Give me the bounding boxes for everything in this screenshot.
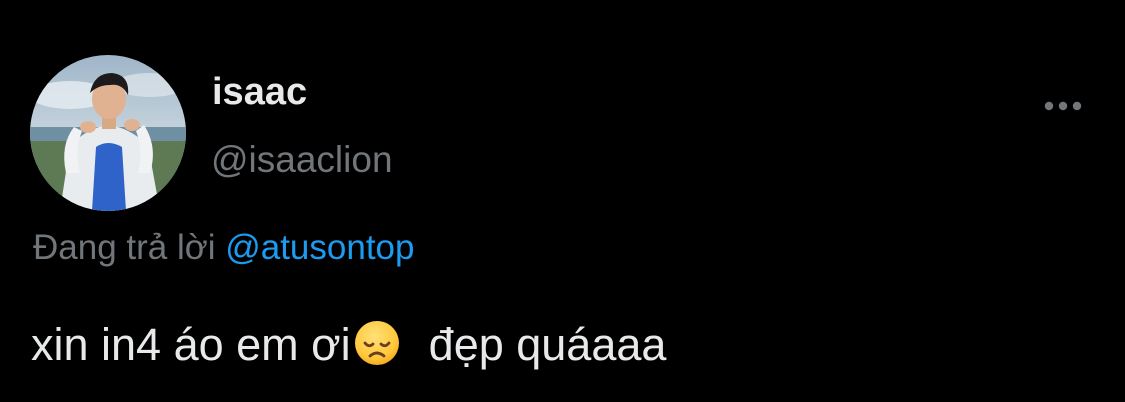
avatar[interactable]: [30, 55, 186, 211]
tweet-text-part-2: đẹp quáaaa: [428, 319, 667, 370]
tweet-text: xin in4 áo em ơi đẹp quáaaa: [31, 318, 666, 372]
replying-to: Đang trả lời @atusontop: [33, 226, 414, 270]
display-name[interactable]: isaac: [212, 70, 307, 114]
disappointed-face-emoji-icon: [353, 319, 401, 367]
more-horizontal-icon: [1044, 101, 1082, 111]
avatar-photo: [30, 55, 186, 211]
reply-prefix: Đang trả lời: [33, 228, 216, 267]
tweet: isaac @isaaclion Đang trả lời @atusontop…: [0, 0, 1125, 402]
tweet-text-part-1: xin in4 áo em ơi: [31, 319, 351, 370]
user-handle[interactable]: @isaaclion: [211, 138, 393, 182]
reply-mention-link[interactable]: @atusontop: [225, 228, 414, 267]
more-options-button[interactable]: [1038, 92, 1088, 120]
